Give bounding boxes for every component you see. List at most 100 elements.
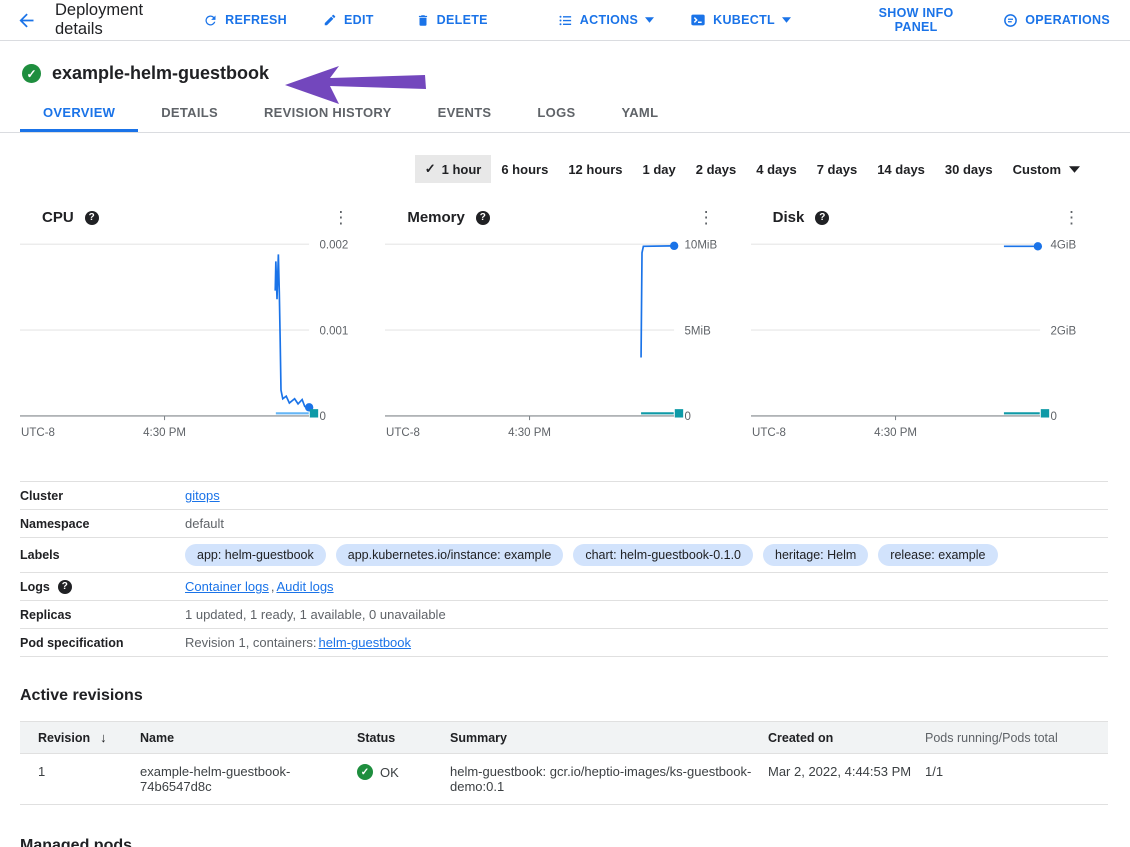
time-range-label: 1 day: [643, 162, 676, 177]
metadata-value: app: helm-guestbookapp.kubernetes.io/ins…: [185, 544, 998, 566]
column-header-status: Status: [357, 722, 450, 754]
delete-label: DELETE: [437, 13, 488, 27]
cell-created-on: Mar 2, 2022, 4:44:53 PM: [768, 754, 925, 805]
cell-pods: 1/1: [925, 754, 1108, 805]
time-range-label: 6 hours: [501, 162, 548, 177]
tab-details[interactable]: DETAILS: [138, 96, 241, 132]
metadata-value: Revision 1, containers: helm-guestbook: [185, 635, 411, 650]
y-tick-label: 0: [320, 411, 326, 423]
chart-cpu: CPU?⋮0.0020.0010UTC-84:30 PM: [20, 199, 359, 445]
sort-descending-icon: ↓: [100, 730, 107, 745]
chart-menu-icon[interactable]: ⋮: [1057, 207, 1086, 228]
column-header-created-on: Created on: [768, 722, 925, 754]
time-range-label: 14 days: [877, 162, 925, 177]
metadata-label-text: Pod specification: [20, 636, 124, 650]
metadata-link[interactable]: helm-guestbook: [319, 635, 412, 650]
column-header-name: Name: [140, 722, 357, 754]
tabs: OVERVIEWDETAILSREVISION HISTORYEVENTSLOG…: [0, 96, 1130, 133]
time-range-1-hour[interactable]: ✓ 1 hour: [415, 155, 492, 183]
help-icon[interactable]: ?: [85, 211, 99, 225]
chart-memory: Memory?⋮10MiB5MiB0UTC-84:30 PM: [385, 199, 724, 445]
column-header-pods-running-pods-total: Pods running/Pods total: [925, 722, 1108, 754]
time-range: ✓ 1 hour 6 hours 12 hours 1 day 2 days 4 days7…: [0, 155, 1130, 183]
time-range-14-days[interactable]: 14 days: [867, 156, 935, 183]
time-range-7-days[interactable]: 7 days: [807, 156, 867, 183]
time-range-custom[interactable]: Custom: [1003, 156, 1090, 183]
time-range-30-days[interactable]: 30 days: [935, 156, 1003, 183]
kubectl-terminal-icon: [690, 12, 706, 28]
actions-label: ACTIONS: [580, 13, 638, 27]
time-range-label: 1 hour: [442, 162, 482, 177]
status-badge: ✓OK: [357, 764, 442, 780]
y-tick-label: 0.002: [320, 240, 349, 251]
labels-chips: app: helm-guestbookapp.kubernetes.io/ins…: [185, 544, 998, 566]
y-tick-label: 10MiB: [685, 240, 718, 251]
cell-revision: 1: [20, 754, 140, 805]
chevron-down-icon: [645, 17, 654, 23]
time-range-label: 12 hours: [568, 162, 622, 177]
metadata-link-audit-logs[interactable]: Audit logs: [276, 579, 333, 594]
series-cpu-usage-cores: [275, 254, 307, 407]
active-revisions-title: Active revisions: [20, 687, 1108, 705]
annotation-arrow: [283, 63, 429, 107]
top-toolbar: Deployment details REFRESH EDIT DELETE A…: [0, 0, 1130, 41]
show-info-panel-button[interactable]: SHOW INFO PANEL: [871, 6, 961, 34]
metadata-link[interactable]: gitops: [185, 488, 220, 503]
metadata-label: Logs?: [20, 580, 185, 594]
time-range-6-hours[interactable]: 6 hours: [491, 156, 558, 183]
metadata-label: Replicas: [20, 608, 185, 622]
y-tick-label: 0: [685, 411, 691, 423]
series-end-marker-circle: [1033, 242, 1041, 250]
help-icon[interactable]: ?: [476, 211, 490, 225]
edit-pencil-icon: [323, 13, 337, 27]
tab-yaml[interactable]: YAML: [598, 96, 681, 132]
series-end-marker-square: [675, 409, 683, 417]
help-icon[interactable]: ?: [815, 211, 829, 225]
managed-pods-title: Managed pods: [20, 837, 1130, 847]
y-tick-label: 5MiB: [685, 325, 712, 337]
time-range-1-day[interactable]: 1 day: [633, 156, 686, 183]
chart-plot[interactable]: 0.0020.0010UTC-84:30 PM: [20, 240, 359, 445]
time-range-2-days[interactable]: 2 days: [686, 156, 746, 183]
column-header-revision[interactable]: Revision↓: [20, 722, 140, 754]
x-tick-label: 4:30 PM: [508, 427, 551, 439]
deployment-name: example-helm-guestbook: [52, 63, 269, 84]
metadata-label-text: Replicas: [20, 608, 71, 622]
time-range-12-hours[interactable]: 12 hours: [558, 156, 632, 183]
delete-button[interactable]: DELETE: [416, 13, 488, 28]
operations-label: OPERATIONS: [1025, 13, 1110, 27]
revision-created-on: Mar 2, 2022, 4:44:53 PM: [768, 764, 917, 779]
series-end-marker-square: [310, 409, 318, 417]
timezone-label: UTC-8: [386, 427, 420, 439]
tab-overview[interactable]: OVERVIEW: [20, 96, 138, 132]
metadata-text: default: [185, 516, 224, 531]
metadata-label: Cluster: [20, 489, 185, 503]
metadata-value: Container logs, Audit logs: [185, 579, 334, 594]
help-icon[interactable]: ?: [58, 580, 72, 594]
chart-plot[interactable]: 10MiB 5MiB 0 UTC-8 4:30 PM: [385, 240, 724, 445]
cell-summary: helm-guestbook: gcr.io/heptio-images/ks-…: [450, 754, 768, 805]
refresh-button[interactable]: REFRESH: [203, 13, 287, 28]
tab-logs[interactable]: LOGS: [514, 96, 598, 132]
chart-title: Disk: [773, 209, 805, 226]
operations-button[interactable]: OPERATIONS: [1003, 13, 1110, 28]
actions-menu-button[interactable]: ACTIONS: [558, 13, 654, 28]
tab-events[interactable]: EVENTS: [415, 96, 515, 132]
edit-button[interactable]: EDIT: [323, 13, 374, 27]
refresh-label: REFRESH: [225, 13, 287, 27]
back-button[interactable]: [16, 10, 37, 31]
active-revisions-section: Active revisions Revision↓NameStatusSumm…: [20, 687, 1108, 805]
metadata-row-logs: Logs?Container logs, Audit logs: [20, 572, 1108, 600]
managed-pods-section: Managed pods: [0, 837, 1130, 847]
chart-plot[interactable]: 4GiB2GiB0UTC-84:30 PM: [751, 240, 1090, 445]
time-range-4-days[interactable]: 4 days: [746, 156, 806, 183]
series-memory-usage: [641, 246, 672, 358]
time-range-label: 2 days: [696, 162, 736, 177]
metadata-text: 1 updated, 1 ready, 1 available, 0 unava…: [185, 607, 446, 622]
chart-menu-icon[interactable]: ⋮: [326, 207, 355, 228]
chart-menu-icon[interactable]: ⋮: [692, 207, 721, 228]
metadata-table: ClustergitopsNamespacedefaultLabelsapp: …: [20, 481, 1108, 657]
metadata-link-container-logs[interactable]: Container logs: [185, 579, 269, 594]
checkmark-icon: ✓: [425, 161, 436, 177]
kubectl-menu-button[interactable]: KUBECTL: [690, 12, 791, 28]
